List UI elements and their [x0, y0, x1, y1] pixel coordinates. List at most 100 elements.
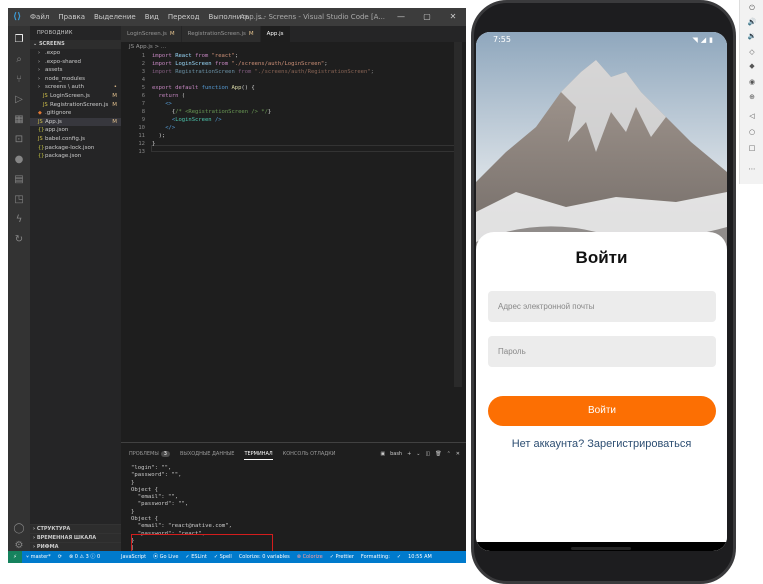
code-line: {/* <RegistrationScreen /> */}: [152, 109, 272, 115]
js-file-icon: JS: [38, 135, 43, 142]
remote-indicator-icon[interactable]: ⚡: [8, 551, 22, 563]
colorize-vars[interactable]: Colorize: 0 variables: [239, 551, 290, 563]
new-terminal-icon[interactable]: +: [407, 451, 411, 457]
tab-app-js[interactable]: App.js: [260, 26, 291, 42]
outline-section[interactable]: › СТРУКТУРА: [30, 524, 121, 533]
more-icon[interactable]: ⋯: [746, 163, 758, 175]
menu-selection[interactable]: Выделение: [94, 8, 136, 26]
tree-item[interactable]: JS App.js M: [30, 117, 121, 127]
live-share-icon[interactable]: ◳: [13, 194, 25, 206]
breadcrumb[interactable]: JS App.js > ...: [129, 44, 166, 50]
formatting-indicator[interactable]: Formatting:: [361, 551, 390, 563]
zoom-icon[interactable]: ⊕: [746, 91, 758, 103]
tree-item[interactable]: › assets: [30, 66, 121, 75]
menu-go[interactable]: Переход: [168, 8, 200, 26]
tree-item[interactable]: › .expo: [30, 49, 121, 58]
close-icon[interactable]: ✕: [440, 8, 466, 26]
menu-edit[interactable]: Правка: [58, 8, 85, 26]
colorize-button[interactable]: ⊗ Colorize: [297, 551, 323, 563]
refresh-icon[interactable]: ↻: [13, 234, 25, 246]
tree-item-label: package.json: [45, 153, 82, 160]
extensions-icon[interactable]: ▦: [13, 114, 25, 126]
wifi-icon: ◥: [692, 36, 698, 44]
tree-item-label: app.json: [45, 127, 69, 134]
trash-icon[interactable]: 🗑: [435, 451, 441, 457]
tab-output[interactable]: ВЫХОДНЫЕ ДАННЫЕ: [180, 451, 234, 460]
spell-label: Spell: [219, 554, 232, 560]
terminal-line: Object {: [131, 516, 158, 523]
docker-icon[interactable]: ▤: [13, 174, 25, 186]
account-icon[interactable]: ◯: [13, 523, 25, 535]
colorize-label: Colorize: [302, 554, 323, 560]
problems-indicator[interactable]: ⊗ 0 ⚠ 3 ⓘ 0: [69, 551, 100, 563]
volume-up-icon[interactable]: 🔊: [746, 16, 758, 28]
login-button[interactable]: Войти: [488, 396, 716, 426]
sync-icon[interactable]: ⟳: [58, 551, 62, 563]
tree-item[interactable]: › node_modules: [30, 75, 121, 84]
code-line: }: [152, 141, 156, 147]
rotate-right-icon[interactable]: ◆: [746, 60, 758, 72]
github-icon[interactable]: ●: [13, 154, 25, 166]
tree-item[interactable]: {}package-lock.json: [30, 144, 121, 153]
editor-area: LoginScreen.js M RegistrationScreen.js M A…: [121, 26, 466, 442]
close-panel-icon[interactable]: ✕: [456, 451, 460, 457]
terminal-shell-icon[interactable]: ▣: [380, 451, 385, 457]
terminal-line: "login": "",: [131, 465, 172, 471]
menu-view[interactable]: Вид: [145, 8, 159, 26]
tree-item[interactable]: JS babel.config.js: [30, 135, 121, 144]
status-right: JavaScript ⦿ Go Live ✓ ESLint ✓ Spell Co…: [121, 551, 432, 563]
timeline-section[interactable]: › ВРЕМЕННАЯ ШКАЛА: [30, 533, 121, 542]
language-mode[interactable]: JavaScript: [121, 551, 146, 563]
chevron-down-icon[interactable]: ⌄: [416, 451, 420, 457]
maximize-panel-icon[interactable]: ⌃: [447, 451, 451, 457]
go-live-button[interactable]: ⦿ Go Live: [153, 551, 178, 563]
project-section[interactable]: ⌄ SCREENS: [30, 40, 121, 49]
tree-item[interactable]: {}package.json: [30, 152, 121, 161]
split-terminal-icon[interactable]: ◫: [426, 451, 431, 457]
line-number: 9: [141, 117, 145, 123]
prettier-indicator[interactable]: ✓ Prettier: [330, 551, 354, 563]
notification-icon[interactable]: ✓: [397, 551, 401, 563]
tree-item[interactable]: {}app.json: [30, 126, 121, 135]
overview-icon[interactable]: □: [746, 142, 758, 154]
tab-problems[interactable]: ПРОБЛЕМЫ 3: [129, 451, 170, 460]
volume-down-icon[interactable]: 🔉: [746, 30, 758, 42]
tree-item[interactable]: › screens \ auth •: [30, 83, 121, 92]
tab-terminal[interactable]: ТЕРМИНАЛ: [244, 451, 273, 460]
terminal-line: "password": "",: [131, 501, 189, 508]
tab-loginscreen[interactable]: LoginScreen.js M: [121, 26, 182, 42]
tree-item[interactable]: ◆ .gitignore: [30, 109, 121, 118]
power-icon[interactable]: ⏻: [746, 2, 758, 14]
spell-indicator[interactable]: ✓ Spell: [214, 551, 232, 563]
eslint-indicator[interactable]: ✓ ESLint: [185, 551, 206, 563]
tab-registrationscreen[interactable]: RegistrationScreen.js M: [181, 26, 261, 42]
remote-icon[interactable]: ⊡: [13, 134, 25, 146]
terminal-output[interactable]: "login": "", "password": "", } Object { …: [131, 465, 273, 563]
rotate-left-icon[interactable]: ◇: [746, 46, 758, 58]
tab-problems-label: ПРОБЛЕМЫ: [129, 451, 159, 457]
explorer-icon[interactable]: ❐: [13, 34, 25, 46]
maximize-icon[interactable]: ▢: [414, 8, 440, 26]
register-link[interactable]: Нет аккаунта? Зарегистрироваться: [476, 438, 727, 450]
rhyme-section[interactable]: › РИФМА: [30, 542, 121, 551]
tree-item[interactable]: JS LoginScreen.js M: [30, 92, 121, 101]
minimize-icon[interactable]: —: [388, 8, 414, 26]
search-icon[interactable]: ⌕: [13, 54, 25, 66]
lightning-icon[interactable]: ϟ: [13, 214, 25, 226]
run-debug-icon[interactable]: ▷: [13, 94, 25, 106]
home-icon[interactable]: ○: [746, 126, 758, 138]
password-field[interactable]: Пароль: [488, 336, 716, 367]
home-gesture-pill[interactable]: [571, 547, 631, 550]
tree-item[interactable]: › .expo-shared: [30, 58, 121, 67]
tree-item[interactable]: JS RegistrationScreen.js M: [30, 101, 121, 110]
tab-debug-console[interactable]: КОНСОЛЬ ОТЛАДКИ: [283, 451, 336, 460]
chevron-right-icon: ›: [38, 58, 40, 65]
terminal-shell-select[interactable]: bash: [390, 451, 402, 457]
branch-indicator[interactable]: ⑂ master*: [26, 551, 51, 563]
scrollbar[interactable]: [454, 42, 462, 387]
source-control-icon[interactable]: ⑂: [13, 74, 25, 86]
email-field[interactable]: Адрес электронной почты: [488, 291, 716, 322]
menu-file[interactable]: Файл: [30, 8, 49, 26]
camera-icon[interactable]: ◉: [746, 76, 758, 88]
back-icon[interactable]: ◁: [746, 110, 758, 122]
